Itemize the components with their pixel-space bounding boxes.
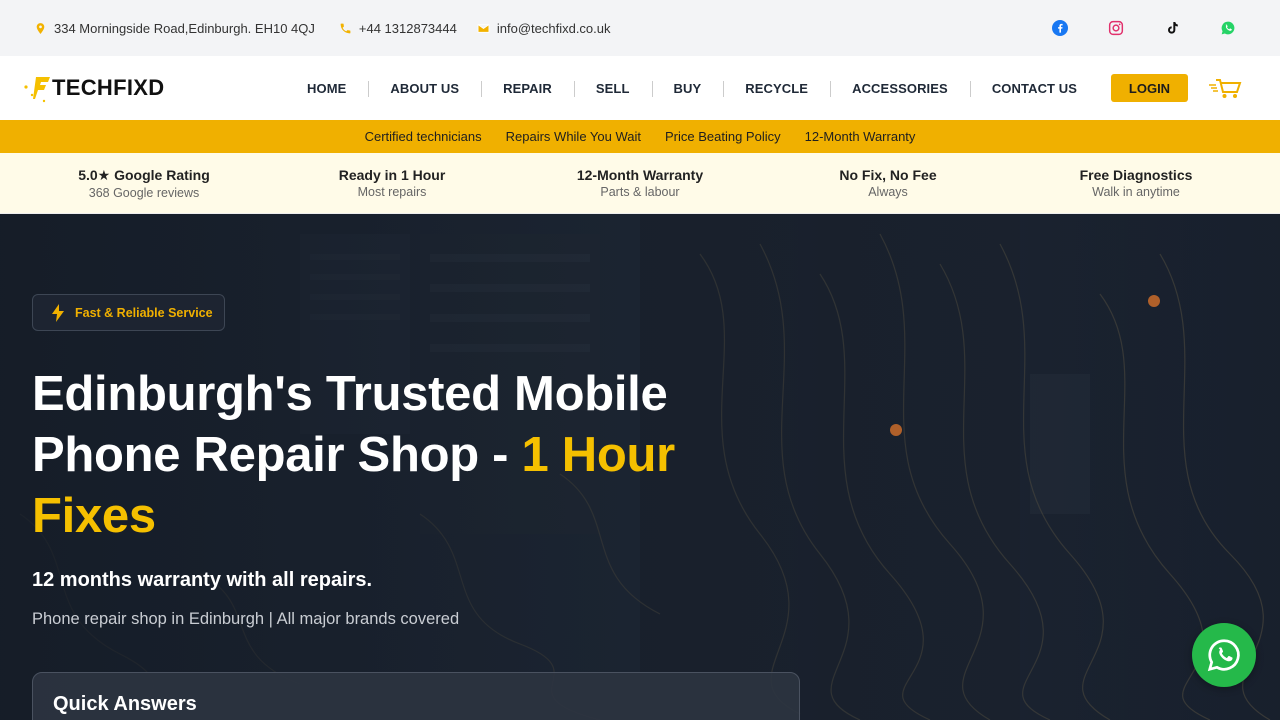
- cart-icon[interactable]: [1208, 76, 1242, 105]
- instagram-icon[interactable]: [1108, 20, 1124, 36]
- nav-contact-us[interactable]: CONTACT US: [969, 80, 1099, 97]
- phone-text: +44 1312873444: [358, 20, 457, 36]
- quick-answers-card: Quick Answers: [32, 672, 800, 720]
- strip-item: Repairs While You Wait: [505, 129, 641, 144]
- primary-nav: HOME ABOUT US REPAIR SELL BUY RECYCLE AC…: [285, 80, 1099, 97]
- top-info-bar: 334 Morningside Road,Edinburgh. EH10 4QJ…: [0, 0, 1280, 56]
- nav-home[interactable]: HOME: [285, 81, 368, 96]
- trust-item-diagnostics: Free Diagnostics Walk in anytime: [1012, 167, 1260, 199]
- hero-subtitle: 12 months warranty with all repairs.: [32, 569, 373, 591]
- hero-title: Edinburgh's Trusted Mobile Phone Repair …: [32, 364, 732, 547]
- trust-item-rating: 5.0★ Google Rating 368 Google reviews: [20, 167, 268, 200]
- trust-title: 12-Month Warranty: [576, 167, 704, 183]
- trust-subtitle: 368 Google reviews: [88, 185, 200, 200]
- decorative-dot: [890, 424, 902, 436]
- whatsapp-float-button[interactable]: [1192, 623, 1256, 687]
- address-text: 334 Morningside Road,Edinburgh. EH10 4QJ: [54, 20, 315, 36]
- location-pin-icon: [36, 22, 45, 34]
- trust-item-no-fix: No Fix, No Fee Always: [764, 167, 1012, 199]
- social-links: [1052, 20, 1246, 36]
- envelope-icon: [477, 23, 490, 33]
- badge-text: Fast & Reliable Service: [75, 305, 213, 320]
- nav-buy[interactable]: BUY: [651, 80, 724, 97]
- trust-bar: 5.0★ Google Rating 368 Google reviews Re…: [0, 153, 1280, 214]
- trust-subtitle: Walk in anytime: [1092, 185, 1180, 199]
- hero-title-line2: Phone Repair Shop -: [32, 428, 522, 482]
- trust-subtitle: Always: [868, 185, 908, 199]
- trust-title: No Fix, No Fee: [839, 167, 937, 183]
- decorative-dot: [1148, 295, 1160, 307]
- strip-item: 12-Month Warranty: [804, 129, 916, 144]
- whatsapp-icon[interactable]: [1220, 20, 1236, 36]
- brand-name: TECHFIXD: [52, 75, 165, 100]
- hero-title-highlight: 1 Hour: [521, 428, 675, 482]
- fast-service-badge: Fast & Reliable Service: [32, 294, 225, 331]
- trust-subtitle: Parts & labour: [600, 185, 680, 199]
- lightning-logo-icon: [24, 71, 58, 105]
- login-button[interactable]: LOGIN: [1111, 74, 1188, 102]
- contact-info: 334 Morningside Road,Edinburgh. EH10 4QJ…: [34, 21, 611, 36]
- whatsapp-icon: [1207, 639, 1240, 672]
- hero-section: Fast & Reliable Service Edinburgh's Trus…: [0, 214, 1280, 720]
- address-item: 334 Morningside Road,Edinburgh. EH10 4QJ: [34, 21, 315, 36]
- hero-title-highlight: Fixes: [32, 489, 156, 543]
- hero-tagline: Phone repair shop in Edinburgh | All maj…: [32, 610, 460, 628]
- tiktok-icon[interactable]: [1164, 20, 1180, 36]
- nav-sell[interactable]: SELL: [573, 80, 652, 97]
- facebook-icon[interactable]: [1052, 20, 1068, 36]
- phone-item[interactable]: +44 1312873444: [339, 21, 457, 36]
- email-item[interactable]: info@techfixd.co.uk: [477, 21, 611, 36]
- trust-item-ready: Ready in 1 Hour Most repairs: [268, 167, 516, 199]
- email-text: info@techfixd.co.uk: [496, 20, 611, 36]
- main-navbar: TECHFIXD HOME ABOUT US REPAIR SELL BUY R…: [0, 56, 1280, 120]
- strip-item: Price Beating Policy: [665, 129, 781, 144]
- nav-accessories[interactable]: ACCESSORIES: [830, 80, 970, 97]
- trust-title: 5.0★ Google Rating: [78, 166, 210, 183]
- trust-title: Ready in 1 Hour: [338, 167, 446, 183]
- hero-title-line1: Edinburgh's Trusted Mobile: [32, 367, 668, 421]
- features-strip: Certified technicians Repairs While You …: [0, 120, 1280, 153]
- nav-repair[interactable]: REPAIR: [481, 80, 574, 97]
- trust-item-warranty: 12-Month Warranty Parts & labour: [516, 167, 764, 199]
- quick-answers-title: Quick Answers: [53, 693, 197, 715]
- trust-title: Free Diagnostics: [1079, 167, 1193, 183]
- strip-item: Certified technicians: [364, 129, 482, 144]
- logo[interactable]: TECHFIXD: [24, 71, 254, 105]
- trust-subtitle: Most repairs: [357, 185, 427, 199]
- lightning-icon: [52, 303, 64, 322]
- phone-icon: [340, 23, 351, 33]
- nav-recycle[interactable]: RECYCLE: [723, 80, 830, 97]
- nav-about-us[interactable]: ABOUT US: [368, 80, 481, 97]
